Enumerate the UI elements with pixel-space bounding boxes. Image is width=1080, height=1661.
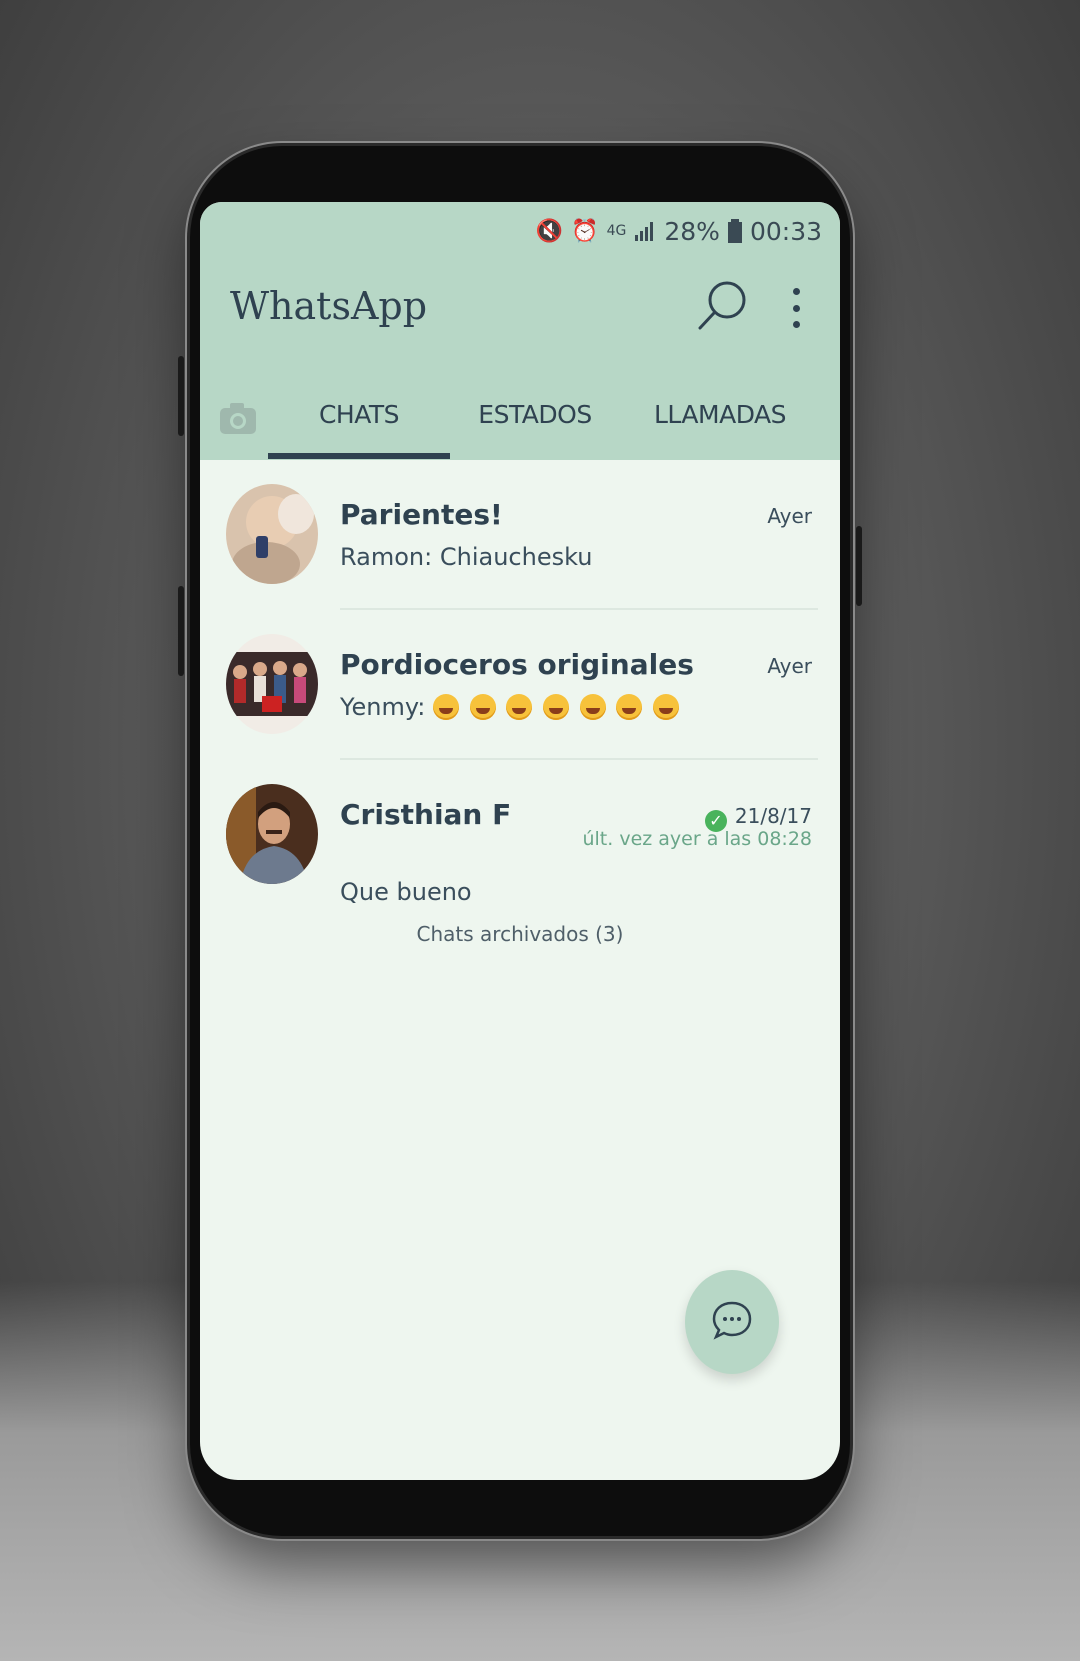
smirk-emoji-icon xyxy=(616,694,643,720)
app-title: WhatsApp xyxy=(230,284,428,328)
power-button xyxy=(856,526,862,606)
chat-name: Parientes! xyxy=(340,498,503,531)
chat-message: Chiauchesku xyxy=(439,543,593,571)
emoji-list xyxy=(433,693,682,721)
chat-preview: Yenmy: xyxy=(340,693,682,721)
mute-icon: 🔇 xyxy=(535,218,564,244)
chat-row[interactable]: Parientes! Ramon: Chiauchesku Ayer xyxy=(200,460,840,610)
tab-estados[interactable]: ESTADOS xyxy=(450,400,620,440)
chat-sender: Ramon: xyxy=(340,543,433,571)
bixby-button xyxy=(178,586,184,676)
laughing-emoji-icon xyxy=(433,694,460,720)
tab-bar: CHATS ESTADOS LLAMADAS xyxy=(200,380,840,460)
archived-chats-link[interactable]: Chats archivados (3) xyxy=(200,922,840,946)
chat-sender: Yenmy: xyxy=(340,693,426,721)
active-tab-indicator xyxy=(268,453,450,459)
app-bar: 🔇 ⏰ 4G 28% 00:33 WhatsApp CHATS ESTADOS … xyxy=(200,202,840,460)
chat-preview: Ramon: Chiauchesku xyxy=(340,543,592,571)
chat-message: Que bueno xyxy=(340,878,472,906)
chat-name: Cristhian F xyxy=(340,798,512,831)
laughing-emoji-icon xyxy=(542,694,569,720)
avatar[interactable] xyxy=(226,784,318,884)
chat-date: 21/8/17 xyxy=(734,804,812,828)
volume-button xyxy=(178,356,184,436)
laughing-emoji-icon xyxy=(506,694,533,720)
avatar[interactable] xyxy=(226,484,318,584)
4g-icon: 4G xyxy=(606,223,627,239)
status-bar: 🔇 ⏰ 4G 28% 00:33 xyxy=(536,214,822,248)
overflow-menu-icon[interactable] xyxy=(786,288,806,328)
signal-icon xyxy=(635,222,654,241)
clock: 00:33 xyxy=(749,216,822,246)
search-icon[interactable] xyxy=(698,280,748,330)
alarm-icon: ⏰ xyxy=(571,218,599,244)
last-seen: últ. vez ayer a las 08:28 xyxy=(582,828,812,850)
new-chat-icon xyxy=(712,1301,752,1340)
battery-percent: 28% xyxy=(664,216,720,246)
chat-list: Parientes! Ramon: Chiauchesku Ayer Pordi… xyxy=(200,460,840,920)
new-chat-button[interactable] xyxy=(685,1270,779,1374)
tab-chats[interactable]: CHATS xyxy=(268,400,450,440)
smirk-emoji-icon xyxy=(652,694,679,720)
tab-llamadas[interactable]: LLAMADAS xyxy=(630,400,810,440)
phone-screen: 🔇 ⏰ 4G 28% 00:33 WhatsApp CHATS ESTADOS … xyxy=(200,202,840,1480)
laughing-emoji-icon xyxy=(469,694,496,720)
camera-icon[interactable] xyxy=(218,400,258,436)
smirk-emoji-icon xyxy=(579,694,606,720)
chat-row[interactable]: Pordioceros originales Yenmy: Ayer xyxy=(200,610,840,760)
chat-time: Ayer xyxy=(767,654,812,678)
avatar[interactable] xyxy=(226,634,318,734)
chat-name: Pordioceros originales xyxy=(340,648,694,681)
chat-row[interactable]: Cristhian F ✓ 21/8/17 últ. vez ayer a las… xyxy=(200,760,840,920)
chat-time: Ayer xyxy=(767,504,812,528)
battery-icon xyxy=(727,219,742,243)
